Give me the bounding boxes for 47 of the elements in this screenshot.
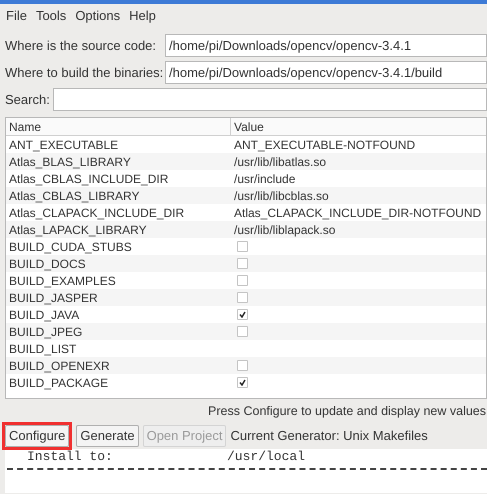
table-cell-text: Atlas_CLAPACK_INCLUDE_DIR [8, 204, 186, 222]
hint-text: Press Configure to update and display new values [208, 402, 486, 420]
field-label: Where to build the binaries: [5, 64, 161, 82]
action-button[interactable]: Generate [76, 425, 139, 447]
table-cell-text: BUILD_JPEG [8, 324, 84, 340]
table-cell-text: Atlas_LAPACK_LIBRARY [8, 222, 148, 238]
log-text: /usr/local [227, 450, 306, 464]
checkbox[interactable] [237, 258, 248, 269]
checkbox[interactable] [237, 292, 248, 303]
table-cell-text: /usr/lib/liblapack.so [234, 222, 336, 238]
path-field[interactable]: /home/pi/Downloads/opencv/opencv-3.4.1 [165, 34, 487, 57]
generator-label: Current Generator: Unix Makefiles [230, 427, 428, 446]
table-cell-text: BUILD_OPENEXR [8, 358, 111, 374]
table-cell-text: Atlas_CBLAS_INCLUDE_DIR [8, 170, 170, 188]
checkbox[interactable] [237, 275, 248, 286]
path-field[interactable]: /home/pi/Downloads/opencv/opencv-3.4.1/build [165, 61, 487, 84]
table-cell-text: /usr/include [234, 170, 296, 188]
table-cell-text: BUILD_CUDA_STUBS [8, 238, 133, 256]
table-cell-text: /usr/lib/libatlas.so [234, 154, 326, 170]
table-cell-text: Atlas_CLAPACK_INCLUDE_DIR-NOTFOUND [234, 204, 482, 222]
field-label: Search: [5, 90, 49, 109]
menu-item[interactable]: Options [75, 6, 120, 26]
table-cell-text: /usr/lib/libcblas.so [234, 188, 329, 204]
table-cell-text: BUILD_JAVA [8, 306, 80, 324]
table-cell-text: BUILD_LIST [8, 340, 78, 358]
path-field[interactable] [53, 88, 487, 111]
menu-item[interactable]: Help [129, 6, 156, 26]
action-button[interactable]: Configure [5, 425, 70, 447]
table-cell-text: BUILD_PACKAGE [8, 374, 110, 392]
checkbox[interactable] [237, 241, 248, 252]
table-cell-text: ANT_EXECUTABLE [8, 136, 120, 154]
log-text: Install to: [27, 450, 114, 464]
menu-item[interactable]: Tools [36, 6, 66, 26]
checkbox[interactable] [237, 377, 248, 388]
table-cell-text: BUILD_DOCS [8, 256, 87, 272]
table-cell-text: Atlas_CBLAS_LIBRARY [8, 188, 141, 204]
column-header[interactable]: Value [231, 118, 486, 135]
checkbox[interactable] [237, 309, 248, 320]
menu-item[interactable]: File [6, 6, 27, 26]
table-cell-text: BUILD_JASPER [8, 290, 99, 306]
checkbox[interactable] [237, 326, 248, 337]
table-cell-text: ANT_EXECUTABLE-NOTFOUND [234, 136, 416, 154]
column-header[interactable]: Name [6, 118, 231, 135]
field-label: Where is the source code: [5, 36, 158, 55]
table-cell-text: BUILD_EXAMPLES [8, 272, 117, 290]
checkbox[interactable] [237, 360, 248, 371]
table-cell-text: Atlas_BLAS_LIBRARY [8, 154, 132, 170]
